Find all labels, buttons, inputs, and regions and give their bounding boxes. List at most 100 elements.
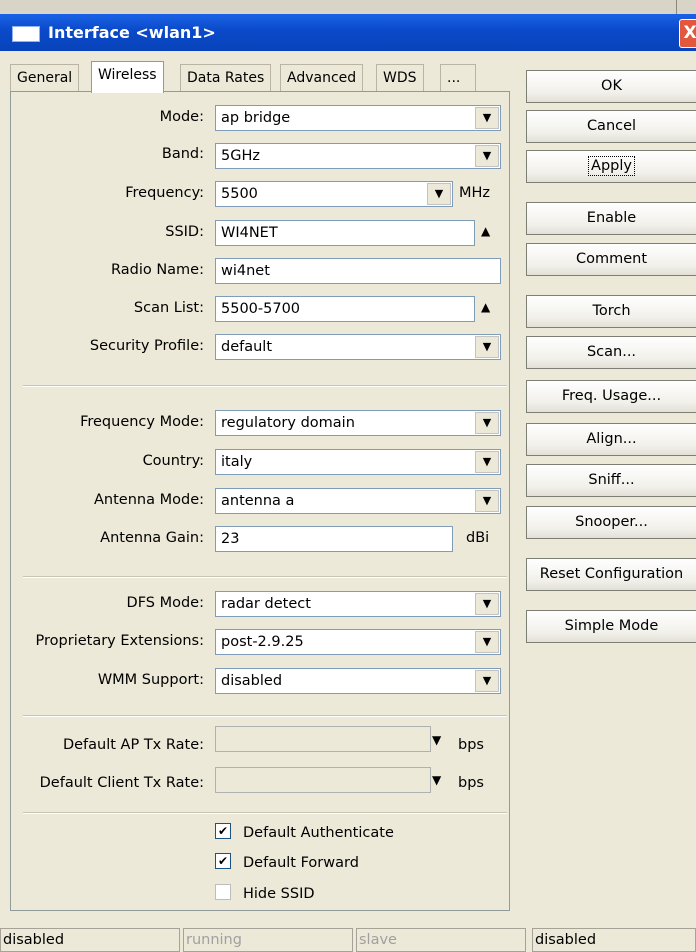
- default-ap-tx-rate-input[interactable]: [215, 726, 431, 752]
- scan-list-value: 5500-5700: [221, 301, 301, 317]
- simple-mode-button[interactable]: Simple Mode: [526, 610, 696, 643]
- tab-advanced[interactable]: Advanced: [280, 64, 364, 92]
- radio-name-input[interactable]: wi4net: [215, 258, 501, 284]
- wmm-support-select[interactable]: disabled ▼: [215, 668, 501, 694]
- scan-list-input[interactable]: 5500-5700: [215, 296, 475, 322]
- band-value: 5GHz: [221, 148, 260, 164]
- status-disabled: disabled: [532, 928, 696, 952]
- dfs-mode-value: radar detect: [221, 596, 311, 612]
- dropdown-arrow-icon[interactable]: ▼: [432, 733, 441, 747]
- dfs-mode-select[interactable]: radar detect ▼: [215, 591, 501, 617]
- top-strip-divider: [676, 0, 677, 14]
- antenna-gain-unit: dBi: [466, 530, 490, 546]
- frequency-label: Frequency:: [125, 185, 204, 201]
- ok-button[interactable]: OK: [526, 70, 696, 103]
- antenna-mode-label: Antenna Mode:: [94, 492, 204, 508]
- frequency-unit: MHz: [459, 185, 491, 201]
- radio-name-value: wi4net: [221, 263, 270, 279]
- torch-button[interactable]: Torch: [526, 295, 696, 328]
- dropdown-arrow-icon[interactable]: ▼: [475, 490, 499, 512]
- frequency-mode-label: Frequency Mode:: [80, 414, 204, 430]
- separator: [23, 812, 507, 814]
- top-strip: [0, 0, 696, 14]
- default-client-tx-rate-unit: bps: [458, 775, 484, 791]
- dropdown-arrow-icon[interactable]: ▼: [475, 145, 499, 167]
- sniff-button[interactable]: Sniff...: [526, 464, 696, 497]
- enable-button[interactable]: Enable: [526, 202, 696, 235]
- antenna-mode-value: antenna a: [221, 493, 295, 509]
- separator: [23, 576, 507, 578]
- antenna-mode-select[interactable]: antenna a ▼: [215, 488, 501, 514]
- dropdown-arrow-icon[interactable]: ▼: [475, 107, 499, 129]
- antenna-gain-input[interactable]: 23: [215, 526, 453, 552]
- default-ap-tx-rate-unit: bps: [458, 737, 484, 753]
- security-profile-label: Security Profile:: [89, 338, 204, 354]
- mode-select[interactable]: ap bridge ▼: [215, 105, 501, 131]
- window-icon: [12, 26, 40, 42]
- status-running: running: [183, 928, 353, 952]
- mode-label: Mode:: [159, 109, 204, 125]
- reset-configuration-button[interactable]: Reset Configuration: [526, 558, 696, 591]
- scan-button[interactable]: Scan...: [526, 336, 696, 369]
- window-titlebar: Interface <wlan1> X: [0, 14, 696, 51]
- scan-list-label: Scan List:: [133, 300, 204, 316]
- antenna-gain-value: 23: [221, 531, 240, 547]
- proprietary-extensions-label: Proprietary Extensions:: [35, 633, 204, 649]
- dropdown-arrow-icon[interactable]: ▼: [475, 451, 499, 473]
- frequency-value: 5500: [221, 186, 258, 202]
- status-slave: slave: [356, 928, 526, 952]
- frequency-mode-value: regulatory domain: [221, 415, 355, 431]
- separator: [23, 385, 507, 387]
- dropdown-arrow-icon[interactable]: ▼: [475, 336, 499, 358]
- checkmark-icon[interactable]: ✔: [215, 823, 231, 839]
- band-select[interactable]: 5GHz ▼: [215, 143, 501, 169]
- security-profile-value: default: [221, 339, 273, 355]
- default-forward-checkbox[interactable]: ✔ Default Forward: [215, 853, 359, 877]
- dropdown-arrow-icon[interactable]: ▼: [427, 183, 451, 205]
- dropdown-arrow-icon[interactable]: ▼: [475, 631, 499, 653]
- default-client-tx-rate-input[interactable]: [215, 767, 431, 793]
- tab-wds[interactable]: WDS: [376, 64, 424, 92]
- hide-ssid-checkbox[interactable]: Hide SSID: [215, 884, 315, 908]
- ssid-input[interactable]: WI4NET: [215, 220, 475, 246]
- default-authenticate-label: Default Authenticate: [243, 825, 394, 841]
- proprietary-extensions-value: post-2.9.25: [221, 634, 304, 650]
- tab-more[interactable]: ...: [440, 64, 476, 92]
- close-button[interactable]: X: [679, 19, 696, 48]
- align-button[interactable]: Align...: [526, 423, 696, 456]
- security-profile-select[interactable]: default ▼: [215, 334, 501, 360]
- apply-button[interactable]: Apply: [526, 150, 696, 183]
- country-label: Country:: [142, 453, 204, 469]
- tab-general[interactable]: General: [10, 64, 80, 92]
- default-client-tx-rate-label: Default Client Tx Rate:: [39, 775, 204, 791]
- hide-ssid-label: Hide SSID: [243, 886, 315, 902]
- dropdown-arrow-icon[interactable]: ▼: [475, 670, 499, 692]
- freq-usage-button[interactable]: Freq. Usage...: [526, 380, 696, 413]
- expand-up-icon[interactable]: ▲: [481, 224, 490, 238]
- country-select[interactable]: italy ▼: [215, 449, 501, 475]
- tab-wireless[interactable]: Wireless: [91, 61, 164, 93]
- dropdown-arrow-icon[interactable]: ▼: [475, 593, 499, 615]
- default-authenticate-checkbox[interactable]: ✔ Default Authenticate: [215, 823, 394, 847]
- frequency-mode-select[interactable]: regulatory domain ▼: [215, 410, 501, 436]
- checkbox-empty-icon[interactable]: [215, 884, 231, 900]
- wmm-support-value: disabled: [221, 673, 283, 689]
- band-label: Band:: [161, 146, 204, 162]
- apply-button-label: Apply: [588, 156, 635, 176]
- ssid-value: WI4NET: [221, 225, 278, 241]
- proprietary-extensions-select[interactable]: post-2.9.25 ▼: [215, 629, 501, 655]
- default-ap-tx-rate-label: Default AP Tx Rate:: [62, 737, 204, 753]
- snooper-button[interactable]: Snooper...: [526, 506, 696, 539]
- status-enabled: disabled: [0, 928, 180, 952]
- dropdown-arrow-icon[interactable]: ▼: [432, 773, 441, 787]
- window-title: Interface <wlan1>: [48, 23, 216, 42]
- checkmark-icon[interactable]: ✔: [215, 853, 231, 869]
- comment-button[interactable]: Comment: [526, 243, 696, 276]
- expand-up-icon[interactable]: ▲: [481, 300, 490, 314]
- dropdown-arrow-icon[interactable]: ▼: [475, 412, 499, 434]
- wmm-support-label: WMM Support:: [97, 672, 204, 688]
- tab-data-rates[interactable]: Data Rates: [180, 64, 272, 92]
- frequency-select[interactable]: 5500 ▼: [215, 181, 453, 207]
- wireless-panel: Mode: ap bridge ▼ Band: 5GHz ▼ Frequency…: [10, 91, 510, 911]
- cancel-button[interactable]: Cancel: [526, 110, 696, 143]
